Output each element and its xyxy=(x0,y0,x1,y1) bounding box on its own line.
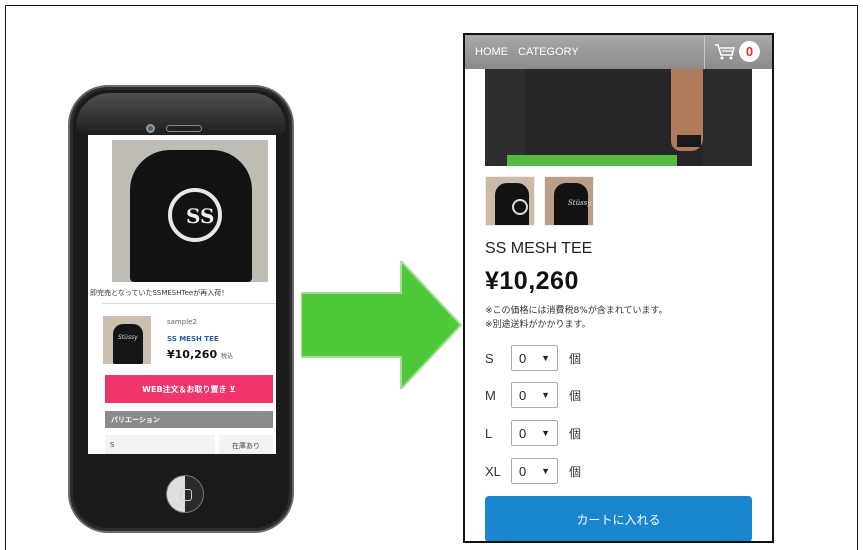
cart-icon[interactable] xyxy=(714,43,736,61)
nav-bar: HOME CATEGORY 0 xyxy=(465,35,772,69)
web-order-button[interactable]: WEB注文＆お取り置き ⊻ xyxy=(105,375,273,403)
product-main-image xyxy=(485,69,752,166)
nav-category-link[interactable]: CATEGORY xyxy=(518,46,579,58)
product-thumbnail-back[interactable]: Stüssy xyxy=(544,176,594,226)
quantity-select-xl[interactable]: 0 ▼ xyxy=(511,458,558,484)
tshirt-image: SS xyxy=(130,150,252,282)
cart-count-badge[interactable]: 0 xyxy=(739,41,760,62)
size-row-s: S 0 ▼ 個 xyxy=(485,345,581,371)
size-label: S xyxy=(485,350,494,366)
logo-graphic: SS xyxy=(168,188,222,242)
shipping-note: ※別途送料がかかります。 xyxy=(485,320,591,330)
phone-product-name[interactable]: SS MESH TEE xyxy=(167,335,219,343)
variation-header: バリエーション xyxy=(105,411,273,428)
quantity-value: 0 xyxy=(519,425,527,441)
unit-label: 個 xyxy=(569,464,582,479)
phone-price-value: ¥10,260 xyxy=(167,348,218,361)
phone-price: ¥10,260 税込 xyxy=(167,348,233,361)
quantity-value: 0 xyxy=(519,463,527,479)
chevron-down-icon: ▼ xyxy=(541,466,550,476)
add-to-cart-button[interactable]: カートに入れる xyxy=(485,496,752,541)
phone-sample-label: sample2 xyxy=(167,318,197,326)
variation-size: S xyxy=(105,435,215,454)
right-arrow-icon xyxy=(301,261,463,389)
enlarged-screen: HOME CATEGORY 0 Stüssy SS MESH TEE ¥10,2… xyxy=(463,33,774,543)
nav-separator xyxy=(704,35,705,69)
size-row-m: M 0 ▼ 個 xyxy=(485,382,581,408)
unit-label: 個 xyxy=(569,351,582,366)
product-title: SS MESH TEE xyxy=(485,240,593,257)
phone-product-thumbnail[interactable]: Stüssy xyxy=(103,316,151,364)
camera-icon xyxy=(146,124,155,133)
size-label: M xyxy=(485,387,496,403)
variation-stock-button[interactable]: 在庫あり xyxy=(219,435,273,454)
phone-caption: 即完売となっていたSSMESHTeeが再入荷！ xyxy=(90,289,229,297)
quantity-value: 0 xyxy=(519,387,527,403)
chevron-down-icon: ▼ xyxy=(541,390,550,400)
divider xyxy=(102,303,276,304)
quantity-value: 0 xyxy=(519,350,527,366)
chevron-down-icon: ▼ xyxy=(541,428,550,438)
watch-image xyxy=(677,135,701,147)
phone-mockup: SS 即完売となっていたSSMESHTeeが再入荷！ Stüssy sample… xyxy=(68,85,294,533)
speaker-grill xyxy=(166,125,202,132)
size-label: XL xyxy=(485,463,501,479)
chevron-down-icon: ▼ xyxy=(541,353,550,363)
home-button[interactable] xyxy=(166,475,204,513)
quantity-select-m[interactable]: 0 ▼ xyxy=(511,382,558,408)
unit-label: 個 xyxy=(569,426,582,441)
phone-screen: SS 即完売となっていたSSMESHTeeが再入荷！ Stüssy sample… xyxy=(88,135,276,454)
outer-frame: SS 即完売となっていたSSMESHTeeが再入荷！ Stüssy sample… xyxy=(5,5,858,550)
phone-tax-label: 税込 xyxy=(220,353,233,360)
unit-label: 個 xyxy=(569,388,582,403)
phone-product-photo: SS xyxy=(112,140,268,282)
quantity-select-s[interactable]: 0 ▼ xyxy=(511,345,558,371)
size-row-l: L 0 ▼ 個 xyxy=(485,420,581,446)
product-price: ¥10,260 xyxy=(485,267,579,295)
nav-home-link[interactable]: HOME xyxy=(475,46,508,58)
quantity-select-l[interactable]: 0 ▼ xyxy=(511,420,558,446)
size-label: L xyxy=(485,425,493,441)
size-row-xl: XL 0 ▼ 個 xyxy=(485,458,581,484)
product-thumbnail-front[interactable] xyxy=(485,176,535,226)
tax-note: ※この価格には消費税8%が含まれています。 xyxy=(485,306,668,316)
